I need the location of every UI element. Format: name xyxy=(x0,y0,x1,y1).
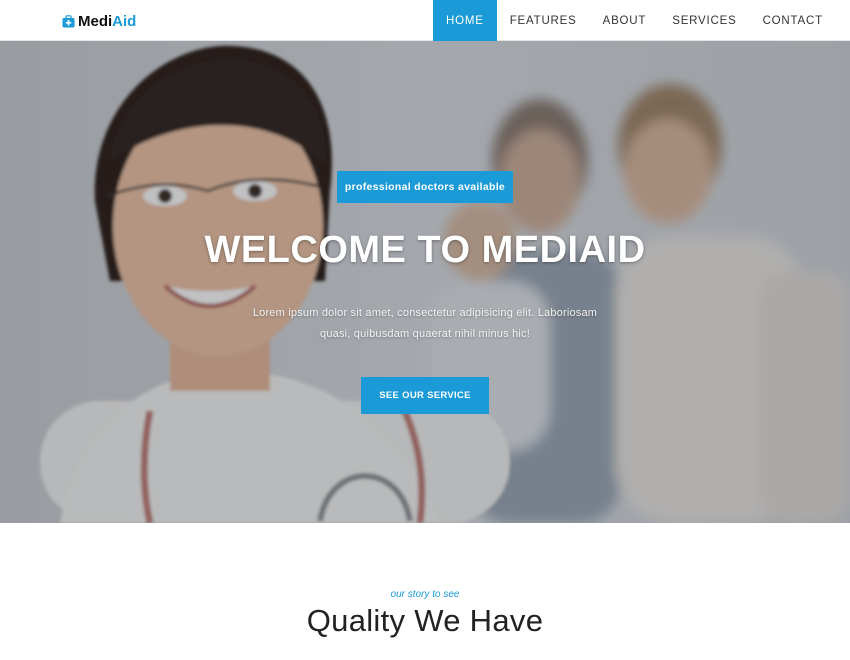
nav-services[interactable]: SERVICES xyxy=(659,0,749,41)
section-title: Quality We Have xyxy=(306,603,544,638)
nav-home[interactable]: HOME xyxy=(433,0,497,41)
hero-description: Lorem ipsum dolor sit amet, consectetur … xyxy=(252,307,598,340)
hero-badge: professional doctors available xyxy=(337,171,513,203)
quality-section: our story to see Quality We Have xyxy=(0,523,850,660)
main-nav: HOME FEATURES ABOUT SERVICES CONTACT xyxy=(433,0,836,41)
brand-name-part2: Aid xyxy=(112,12,137,30)
top-navbar: Medi Aid HOME FEATURES ABOUT SERVICES CON… xyxy=(0,0,850,41)
nav-features[interactable]: FEATURES xyxy=(497,0,590,41)
brand-logo[interactable]: Medi Aid xyxy=(62,11,136,31)
medical-kit-icon xyxy=(62,14,75,27)
brand-name-part1: Medi xyxy=(78,12,113,30)
nav-contact[interactable]: CONTACT xyxy=(750,0,836,41)
hero-banner: professional doctors available WELCOME T… xyxy=(0,41,850,523)
see-our-service-button[interactable]: SEE OUR SERVICE xyxy=(361,377,489,414)
hero-title: WELCOME TO MEDIAID xyxy=(204,229,646,271)
nav-about[interactable]: ABOUT xyxy=(590,0,660,41)
section-tagline: our story to see xyxy=(390,589,460,600)
hero-overlay xyxy=(0,41,850,523)
